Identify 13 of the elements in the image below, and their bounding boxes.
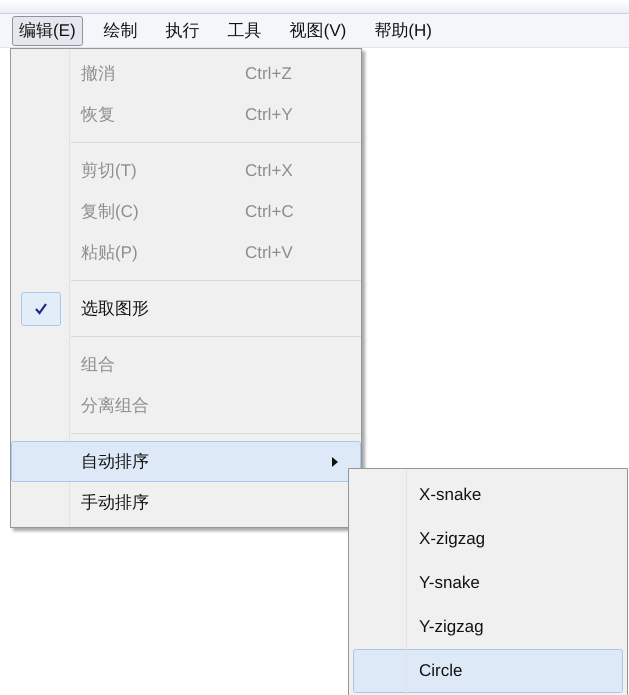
submenu-item[interactable]: X-zigzag — [353, 517, 623, 561]
submenu-item[interactable]: Circle — [353, 649, 623, 693]
menu-item[interactable]: 选取图形 — [11, 288, 361, 329]
submenu-item[interactable]: Y-snake — [353, 561, 623, 605]
submenu-item[interactable]: Y-zigzag — [353, 605, 623, 649]
menu-item[interactable]: 自动排序 — [11, 441, 361, 482]
submenu-arrow-icon — [332, 456, 338, 466]
menu-bar-item[interactable]: 视图(V) — [282, 16, 354, 46]
menu-bar-item[interactable]: 编辑(E) — [12, 16, 83, 46]
menu-bar-item[interactable]: 帮助(H) — [367, 16, 439, 46]
menu-bar-item[interactable]: 执行 — [158, 16, 207, 46]
menu-bar-item[interactable]: 工具 — [220, 16, 269, 46]
menu-bar-item[interactable]: 绘制 — [96, 16, 145, 46]
